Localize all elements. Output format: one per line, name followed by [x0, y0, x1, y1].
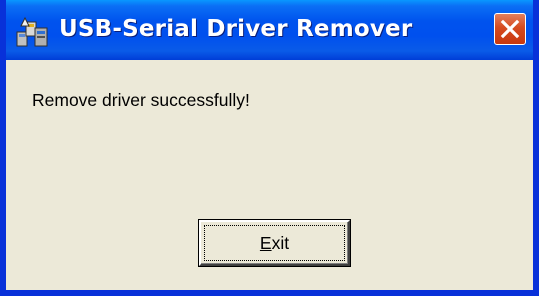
dialog-body: Remove driver successfully! Exit: [6, 60, 533, 290]
close-icon: [500, 19, 520, 39]
exit-mnemonic: E: [259, 233, 272, 253]
close-button[interactable]: [494, 13, 526, 45]
exit-button[interactable]: Exit: [199, 220, 350, 266]
exit-button-label: Exit: [201, 233, 348, 254]
window-title: USB-Serial Driver Remover: [59, 16, 413, 42]
status-message: Remove driver successfully!: [32, 90, 250, 110]
title-bar[interactable]: USB-Serial Driver Remover: [6, 0, 533, 60]
driver-installer-icon: [15, 14, 51, 50]
exit-label-rest: xit: [271, 233, 290, 253]
dialog-window: USB-Serial Driver Remover Remove driver …: [0, 0, 539, 296]
